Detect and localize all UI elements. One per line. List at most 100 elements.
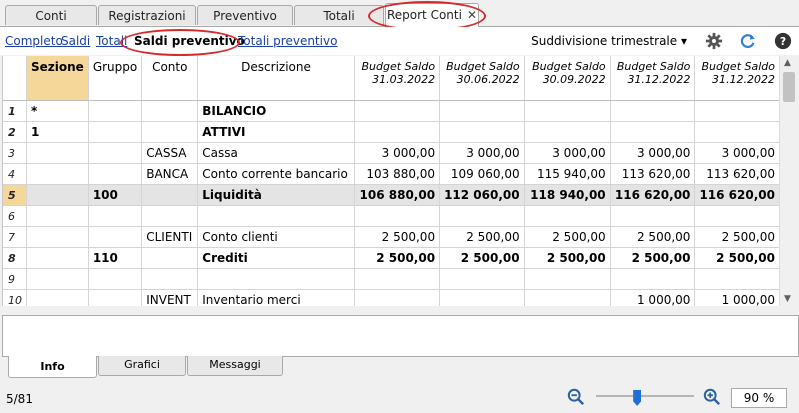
column-header-conto[interactable]: Conto [141,56,199,101]
table-row[interactable]: 7 CLIENTI Conto clienti 2 500,00 2 500,00 2 5… [3,226,780,248]
tab-totali[interactable]: Totali [294,5,384,25]
cell-budget-3[interactable]: 2 500,00 [524,247,611,269]
scroll-up-icon[interactable]: ▲ [784,58,791,68]
cell-budget-1[interactable]: 2 500,00 [354,226,441,248]
row-number[interactable]: 9 [3,268,27,290]
column-header-budget-1[interactable]: Budget Saldo 31.03.2022 [354,56,441,101]
row-number[interactable]: 5 [3,184,27,206]
tab-info[interactable]: Info [8,356,97,378]
cell-sezione[interactable] [26,142,89,164]
cell-budget-1[interactable] [354,289,441,306]
cell-gruppo[interactable] [88,289,143,306]
cell-descrizione[interactable]: Inventario merci [197,289,355,306]
row-number[interactable]: 10 [3,289,27,306]
table-row[interactable]: 5 100 Liquidità 106 880,00 112 060,00 118 940… [3,184,780,206]
row-number[interactable]: 4 [3,163,27,185]
column-header-sezione[interactable]: Sezione [26,56,89,101]
column-header-budget-4[interactable]: Budget Saldo 31.12.2022 [610,56,696,101]
cell-budget-2[interactable] [439,100,525,122]
cell-budget-5[interactable]: 2 500,00 [694,226,780,248]
cell-budget-1[interactable]: 106 880,00 [354,184,441,206]
cell-conto[interactable]: BANCA [141,163,199,185]
cell-descrizione[interactable]: Crediti [197,247,355,269]
cell-budget-3[interactable] [524,268,611,290]
cell-budget-3[interactable] [524,100,611,122]
cell-gruppo[interactable] [88,121,143,143]
cell-budget-1[interactable] [354,205,441,227]
scrollbar-thumb[interactable] [783,72,795,102]
row-number[interactable]: 3 [3,142,27,164]
tab-grafici[interactable]: Grafici [98,356,186,376]
link-saldi[interactable]: Saldi [61,34,90,48]
tab-report-conti[interactable]: Report Conti ✕ [385,3,479,27]
row-number[interactable]: 1 [3,100,27,122]
division-dropdown[interactable]: Suddivisione trimestrale ▾ [531,34,687,48]
scroll-down-icon[interactable]: ▼ [784,294,791,304]
row-number[interactable]: 2 [3,121,27,143]
cell-conto[interactable]: CLIENTI [141,226,199,248]
tab-messaggi[interactable]: Messaggi [187,356,283,376]
cell-budget-5[interactable]: 2 500,00 [694,247,780,269]
gear-icon[interactable] [705,32,723,50]
zoom-value[interactable]: 90 % [731,388,787,408]
cell-gruppo[interactable] [88,205,143,227]
column-header-budget-2[interactable]: Budget Saldo 30.06.2022 [439,56,525,101]
column-header-budget-3[interactable]: Budget Saldo 30.09.2022 [524,56,611,101]
help-icon[interactable]: ? [774,32,792,50]
cell-sezione[interactable] [26,226,89,248]
cell-budget-3[interactable] [524,121,611,143]
cell-budget-5[interactable]: 116 620,00 [694,184,780,206]
table-row[interactable]: 10 INVENT Inventario merci 1 000,00 1 000,00 [3,289,780,306]
link-completo[interactable]: Completo [5,34,63,48]
cell-budget-4[interactable]: 1 000,00 [610,289,696,306]
cell-conto[interactable] [141,184,199,206]
cell-budget-1[interactable] [354,100,441,122]
cell-descrizione[interactable] [197,205,355,227]
cell-budget-1[interactable]: 2 500,00 [354,247,441,269]
cell-budget-5[interactable] [694,205,780,227]
cell-budget-2[interactable] [439,289,525,306]
cell-gruppo[interactable]: 110 [88,247,143,269]
cell-conto[interactable]: CASSA [141,142,199,164]
table-row[interactable]: 9 [3,268,780,290]
link-totali[interactable]: Totali [96,34,127,48]
table-row[interactable]: 2 1 ATTIVI [3,121,780,143]
cell-gruppo[interactable] [88,226,143,248]
cell-gruppo[interactable] [88,100,143,122]
cell-budget-2[interactable]: 3 000,00 [439,142,525,164]
zoom-in-icon[interactable] [703,388,721,406]
zoom-out-icon[interactable] [567,388,585,406]
cell-sezione[interactable] [26,268,89,290]
cell-budget-4[interactable] [610,100,696,122]
cell-gruppo[interactable] [88,163,143,185]
cell-budget-4[interactable]: 2 500,00 [610,247,696,269]
cell-budget-5[interactable]: 1 000,00 [694,289,780,306]
cell-budget-4[interactable] [610,205,696,227]
cell-budget-4[interactable] [610,268,696,290]
column-header-budget-5[interactable]: Budget Saldo 31.12.2022 [694,56,780,101]
tab-registrazioni[interactable]: Registrazioni [98,5,196,25]
cell-budget-1[interactable]: 3 000,00 [354,142,441,164]
cell-gruppo[interactable] [88,268,143,290]
cell-descrizione[interactable]: Liquidità [197,184,355,206]
cell-budget-3[interactable]: 118 940,00 [524,184,611,206]
cell-budget-5[interactable]: 113 620,00 [694,163,780,185]
table-row[interactable]: 3 CASSA Cassa 3 000,00 3 000,00 3 000,00 3 000… [3,142,780,164]
cell-sezione[interactable]: 1 [26,121,89,143]
table-row[interactable]: 1 * BILANCIO [3,100,780,122]
cell-gruppo[interactable] [88,142,143,164]
link-totali-preventivo[interactable]: Totali preventivo [238,34,337,48]
cell-conto[interactable] [141,100,199,122]
cell-sezione[interactable] [26,289,89,306]
cell-budget-5[interactable] [694,268,780,290]
cell-budget-3[interactable] [524,289,611,306]
cell-budget-4[interactable]: 3 000,00 [610,142,696,164]
cell-budget-1[interactable] [354,268,441,290]
cell-conto[interactable]: INVENT [141,289,199,306]
zoom-slider-thumb[interactable] [633,390,642,406]
cell-budget-4[interactable]: 113 620,00 [610,163,696,185]
refresh-icon[interactable] [739,32,757,50]
cell-budget-2[interactable]: 2 500,00 [439,247,525,269]
cell-budget-2[interactable]: 2 500,00 [439,226,525,248]
row-number[interactable]: 8 [3,247,27,269]
